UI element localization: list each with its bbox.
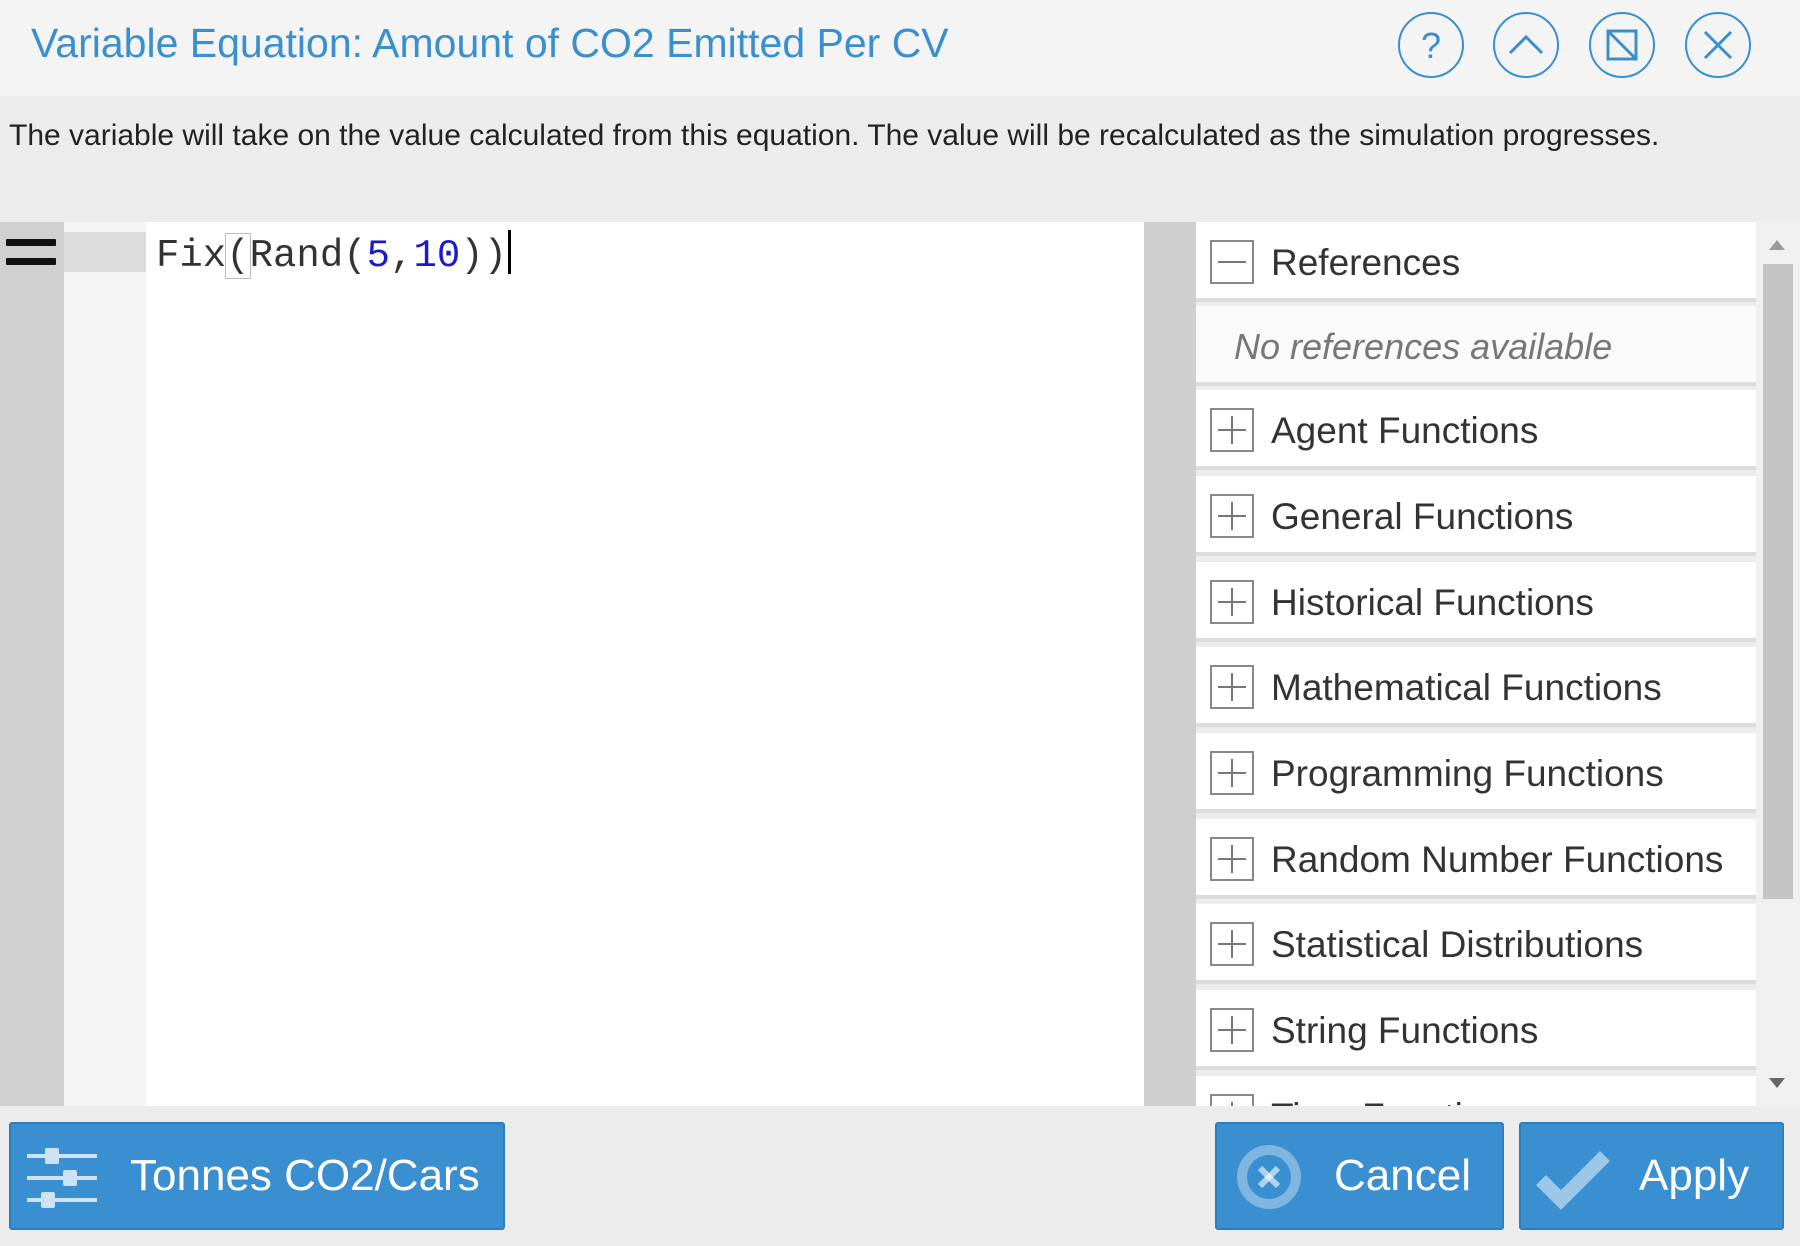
help-icon: ? [1421, 25, 1441, 65]
expand-icon [1210, 751, 1254, 795]
accordion-general-functions[interactable]: General Functions [1196, 476, 1756, 556]
maximize-button[interactable] [1589, 12, 1655, 78]
expand-icon [1210, 665, 1254, 709]
line-number-column [64, 222, 146, 1106]
expand-icon [1210, 1094, 1254, 1106]
accordion-label: Statistical Distributions [1271, 924, 1644, 965]
collapse-icon [1210, 240, 1254, 284]
expand-icon [1210, 408, 1254, 452]
checkmark-icon [1536, 1151, 1610, 1210]
svg-text:?: ? [1421, 25, 1441, 65]
accordion-mathematical-functions[interactable]: Mathematical Functions [1196, 647, 1756, 727]
scrollbar-thumb[interactable] [1763, 264, 1793, 899]
references-empty-text: No references available [1234, 326, 1613, 367]
accordion-label: Agent Functions [1271, 410, 1539, 451]
cancel-button[interactable]: Cancel [1215, 1122, 1504, 1230]
maximize-icon [1606, 29, 1638, 61]
dialog-description: The variable will take on the value calc… [9, 119, 1660, 152]
code-token-paren: ( [343, 234, 367, 278]
expand-icon [1210, 1008, 1254, 1052]
function-reference-panel: References No references available Agent… [1196, 222, 1756, 1106]
editor-menu-icon[interactable] [6, 239, 56, 277]
cancel-label: Cancel [1334, 1151, 1471, 1200]
close-button[interactable] [1685, 12, 1751, 78]
dialog-title: Variable Equation: Amount of CO2 Emitted… [31, 20, 949, 66]
active-line-marker [64, 232, 146, 272]
editor-gutter [0, 222, 64, 1106]
units-button[interactable]: Tonnes CO2/Cars [9, 1122, 505, 1230]
side-panel-scrollbar[interactable] [1756, 222, 1800, 1106]
accordion-statistical-distributions[interactable]: Statistical Distributions [1196, 904, 1756, 984]
code-token-comma: , [390, 234, 414, 278]
accordion-label: Programming Functions [1271, 753, 1664, 794]
dialog-titlebar: Variable Equation: Amount of CO2 Emitted… [0, 0, 1800, 96]
accordion-label: String Functions [1271, 1010, 1539, 1051]
accordion-time-functions[interactable]: Time Functions [1196, 1076, 1756, 1106]
code-token-number: 5 [366, 234, 391, 278]
references-empty-message: No references available [1196, 306, 1756, 386]
accordion-string-functions[interactable]: String Functions [1196, 990, 1756, 1070]
expand-icon [1210, 837, 1254, 881]
panel-splitter[interactable] [1144, 222, 1196, 1106]
equation-editor[interactable]: Fix(Rand(5,10)) [146, 222, 1144, 1106]
chevron-up-icon [1508, 34, 1544, 55]
accordion-historical-functions[interactable]: Historical Functions [1196, 562, 1756, 642]
expand-icon [1210, 494, 1254, 538]
code-token-fix: Fix [156, 234, 227, 278]
code-line[interactable]: Fix(Rand(5,10)) [156, 230, 512, 279]
accordion-references[interactable]: References [1196, 222, 1756, 302]
accordion-label: General Functions [1271, 496, 1574, 537]
cancel-icon [1237, 1145, 1301, 1209]
collapse-button[interactable] [1493, 12, 1559, 78]
expand-icon [1210, 922, 1254, 966]
accordion-random-number-functions[interactable]: Random Number Functions [1196, 819, 1756, 899]
code-token-paren: ( [225, 233, 251, 279]
accordion-label: Random Number Functions [1271, 839, 1724, 880]
code-token-rand: Rand [249, 234, 344, 278]
scroll-down-arrow-icon[interactable] [1769, 1078, 1785, 1088]
accordion-label: Time Functions [1271, 1096, 1523, 1106]
accordion-label: References [1271, 242, 1461, 283]
units-label: Tonnes CO2/Cars [130, 1151, 480, 1200]
scroll-up-arrow-icon[interactable] [1769, 240, 1785, 250]
help-button[interactable]: ? [1398, 12, 1464, 78]
close-icon [1703, 30, 1733, 60]
expand-icon [1210, 580, 1254, 624]
code-token-number: 10 [413, 234, 461, 278]
apply-button[interactable]: Apply [1519, 1122, 1784, 1230]
apply-label: Apply [1639, 1151, 1750, 1200]
accordion-programming-functions[interactable]: Programming Functions [1196, 733, 1756, 813]
accordion-agent-functions[interactable]: Agent Functions [1196, 390, 1756, 470]
accordion-label: Historical Functions [1271, 582, 1594, 623]
code-token-paren: )) [460, 234, 508, 278]
sliders-icon [27, 1148, 97, 1208]
accordion-label: Mathematical Functions [1271, 667, 1662, 708]
text-caret [508, 230, 512, 274]
